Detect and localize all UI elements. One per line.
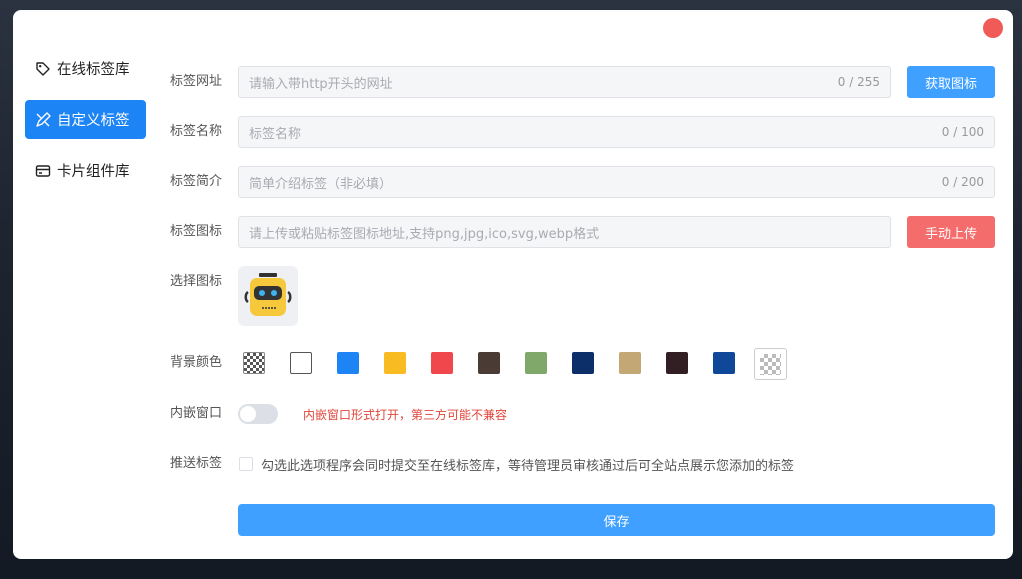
push-label: 推送标签: [170, 456, 223, 471]
icon-url-placeholder: 请上传或粘贴标签图标地址,支持png,jpg,ico,svg,webp格式: [249, 226, 600, 242]
sidebar-item-label: 在线标签库: [57, 62, 130, 78]
desc-char-count: 0 / 200: [941, 175, 984, 189]
push-checkbox-text: 勾选此选项程序会同时提交至在线标签库，等待管理员审核通过后可全站点展示您添加的标…: [261, 459, 795, 474]
icon-preview[interactable]: [238, 266, 298, 326]
robot-icon: [244, 273, 292, 316]
manual-upload-button[interactable]: 手动上传: [907, 216, 995, 248]
name-label: 标签名称: [170, 124, 223, 139]
name-input[interactable]: 标签名称 0 / 100: [238, 116, 995, 148]
url-char-count: 0 / 255: [837, 75, 880, 89]
push-checkbox[interactable]: [239, 457, 253, 471]
sidebar-item-online-tags[interactable]: 在线标签库: [25, 49, 146, 88]
color-swatch-white[interactable]: [290, 352, 312, 374]
card-icon: [35, 163, 51, 179]
custom-tag-dialog: 在线标签库 自定义标签 卡片组件库 标签网址 请输入带http开头的网址 0 /…: [13, 10, 1013, 559]
color-swatch-royal-blue[interactable]: [713, 352, 735, 374]
color-swatch-transparent[interactable]: [243, 352, 265, 374]
tag-icon: [35, 61, 51, 77]
name-char-count: 0 / 100: [941, 125, 984, 139]
embed-label: 内嵌窗口: [170, 406, 223, 421]
desc-label: 标签简介: [170, 174, 223, 189]
close-button[interactable]: [983, 18, 1003, 38]
sidebar-item-label: 自定义标签: [57, 113, 130, 129]
color-swatch-red[interactable]: [431, 352, 453, 374]
color-swatch-tan[interactable]: [619, 352, 641, 374]
color-swatch-green[interactable]: [525, 352, 547, 374]
url-placeholder: 请输入带http开头的网址: [249, 76, 393, 92]
color-swatch-brown[interactable]: [478, 352, 500, 374]
choose-icon-label: 选择图标: [170, 274, 223, 289]
color-swatch-selected[interactable]: [754, 348, 787, 380]
embed-toggle[interactable]: [238, 404, 278, 424]
color-swatch-yellow[interactable]: [384, 352, 406, 374]
bg-color-label: 背景颜色: [170, 355, 223, 370]
icon-label: 标签图标: [170, 224, 223, 239]
color-swatch-blue[interactable]: [337, 352, 359, 374]
icon-url-input[interactable]: 请上传或粘贴标签图标地址,支持png,jpg,ico,svg,webp格式: [238, 216, 891, 248]
fetch-icon-button[interactable]: 获取图标: [907, 66, 995, 98]
url-input[interactable]: 请输入带http开头的网址 0 / 255: [238, 66, 891, 98]
desc-input[interactable]: 简单介绍标签（非必填） 0 / 200: [238, 166, 995, 198]
color-swatch-dark[interactable]: [666, 352, 688, 374]
sidebar-item-custom-tag[interactable]: 自定义标签: [25, 100, 146, 139]
sidebar-item-card-components[interactable]: 卡片组件库: [25, 151, 146, 190]
url-label: 标签网址: [170, 74, 223, 89]
sidebar-item-label: 卡片组件库: [57, 164, 130, 180]
name-placeholder: 标签名称: [249, 126, 302, 142]
desc-placeholder: 简单介绍标签（非必填）: [249, 176, 393, 192]
pen-ruler-icon: [35, 111, 51, 128]
color-swatch-navy[interactable]: [572, 352, 594, 374]
save-button[interactable]: 保存: [238, 504, 995, 536]
embed-hint: 内嵌窗口形式打开，第三方可能不兼容: [303, 408, 508, 422]
